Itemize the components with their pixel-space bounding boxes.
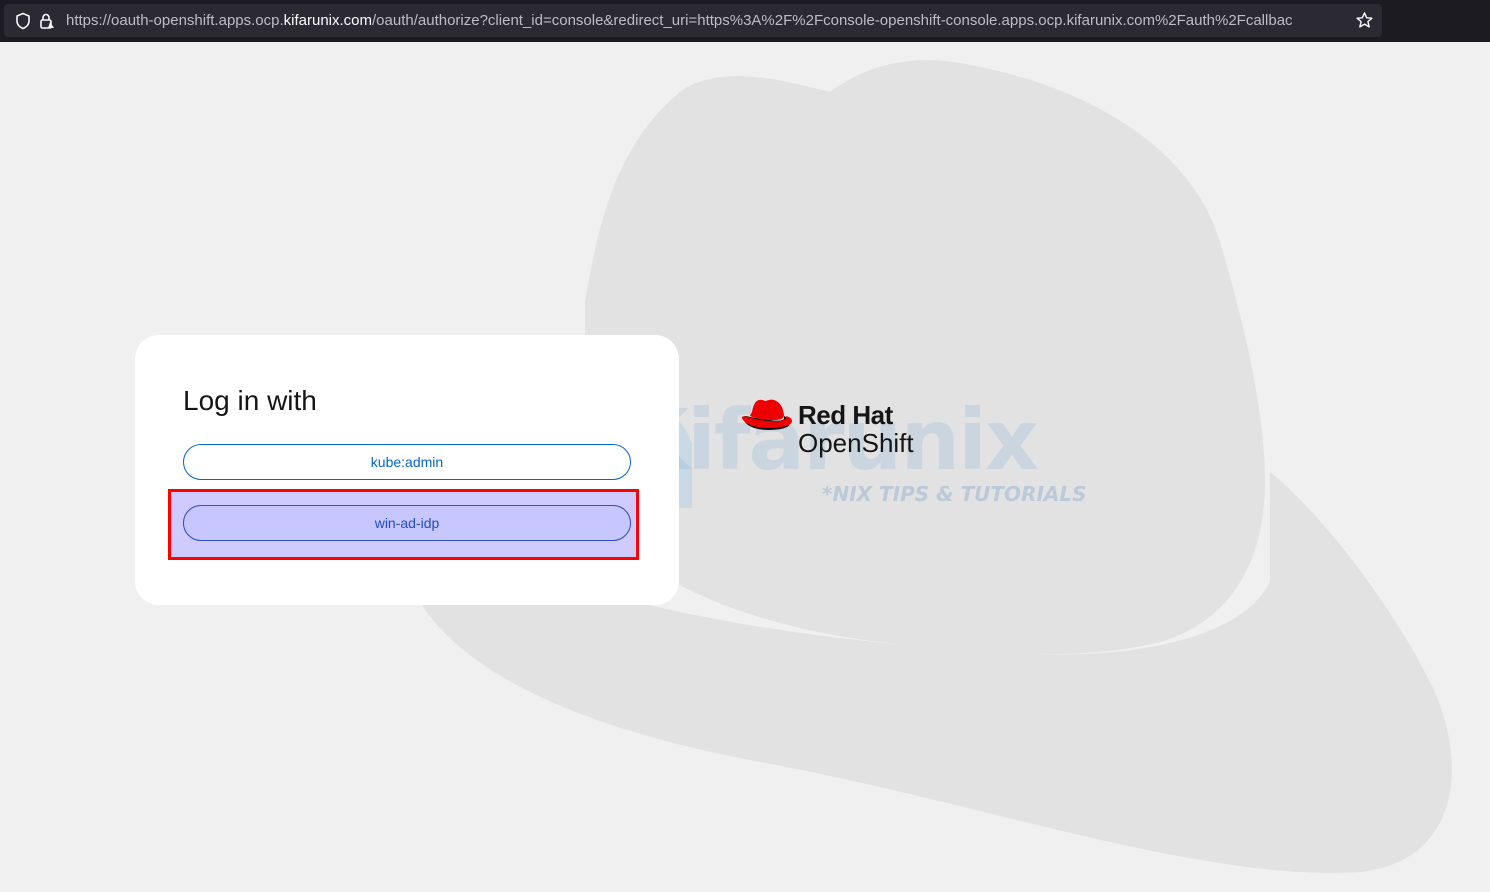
- login-title: Log in with: [183, 385, 317, 416]
- login-page: Kifarunix *NIX TIPS & TUTORIALS Red Hat …: [0, 42, 1490, 892]
- brand-openshift: OpenShift: [798, 428, 914, 458]
- bookmark-star-icon[interactable]: [1355, 11, 1374, 30]
- lock-icon[interactable]: [38, 12, 56, 30]
- shield-icon[interactable]: [14, 12, 32, 30]
- red-hat-openshift-logo: Red Hat OpenShift: [740, 398, 940, 462]
- login-card: Log in with kube:admin win-ad-idp: [135, 335, 679, 605]
- url-domain: kifarunix.com: [283, 12, 373, 29]
- win-ad-idp-login-button-highlighted[interactable]: win-ad-idp: [183, 505, 631, 541]
- red-hat-logo-icon: [741, 399, 792, 430]
- browser-toolbar: https://oauth-openshift.apps.ocp.kifarun…: [0, 0, 1490, 42]
- url-suffix: /oauth/authorize?client_id=console&redir…: [372, 12, 1293, 29]
- url-prefix: https://oauth-openshift.apps.ocp.: [66, 12, 284, 29]
- brand-red-hat: Red Hat: [798, 400, 893, 430]
- address-bar[interactable]: https://oauth-openshift.apps.ocp.kifarun…: [4, 4, 1382, 37]
- url-text[interactable]: https://oauth-openshift.apps.ocp.kifarun…: [66, 4, 1346, 37]
- kube-admin-login-button[interactable]: kube:admin: [183, 444, 631, 480]
